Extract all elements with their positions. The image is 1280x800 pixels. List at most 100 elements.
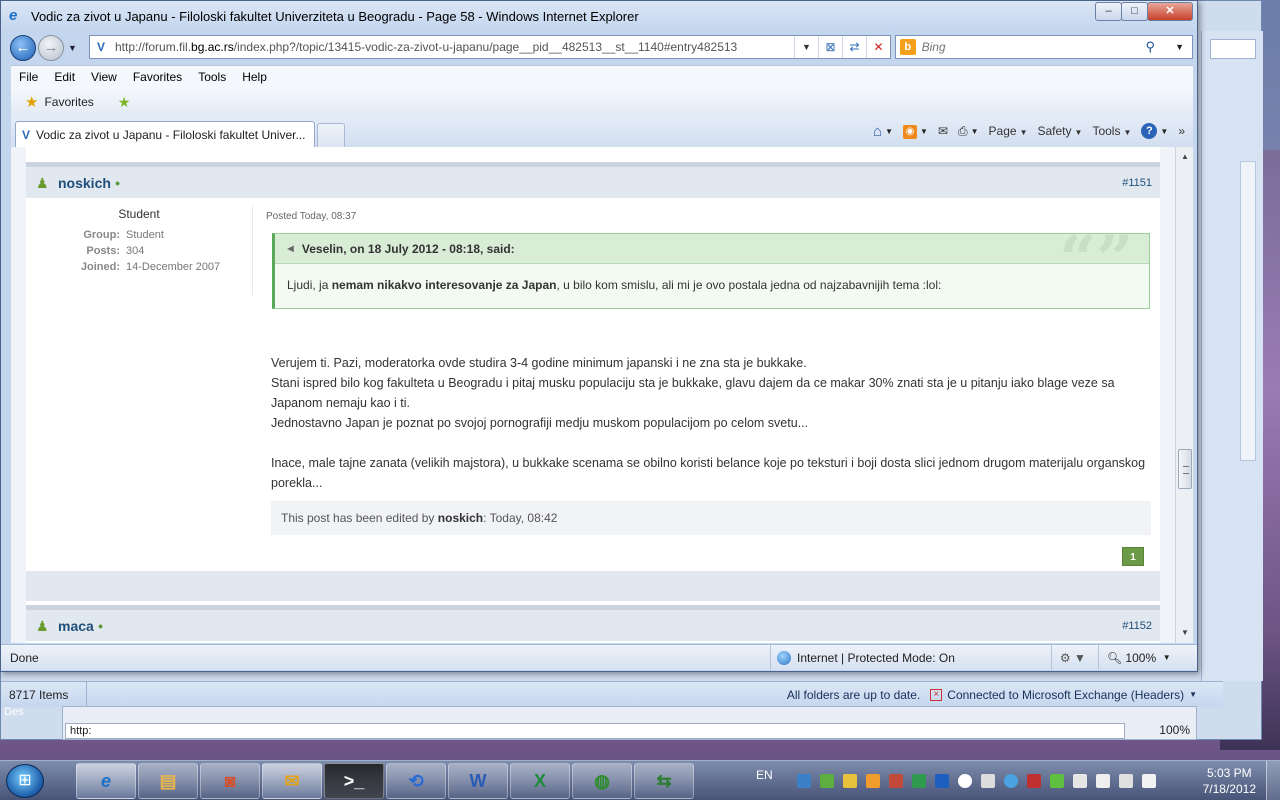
scroll-thumb[interactable] [1178, 449, 1192, 489]
tray-globe-icon[interactable] [1003, 774, 1018, 788]
forward-button[interactable]: → [38, 35, 64, 61]
back-button[interactable]: ← [10, 35, 36, 61]
tray-update-icon[interactable] [911, 774, 926, 788]
taskbar-ie[interactable]: e [76, 763, 136, 799]
tray-check-icon[interactable] [1049, 774, 1064, 788]
tray-alert-icon[interactable] [957, 774, 972, 788]
close-button[interactable]: ✕ [1147, 2, 1193, 21]
refresh-icon[interactable]: ⇄ [842, 36, 866, 58]
start-button[interactable]: ⊞ [6, 764, 44, 798]
recent-pages-dropdown[interactable]: ▼ [68, 43, 77, 53]
protection-settings-icon[interactable]: ⚙ ▼ [1050, 645, 1086, 670]
forum-content: ♟ noskich ● #1151 Student Group: Student … [26, 147, 1160, 643]
title-bar[interactable]: e Vodic za zivot u Japanu - Filoloski fa… [1, 1, 1197, 31]
tray-mail-icon[interactable] [842, 774, 857, 788]
add-to-favorites-icon[interactable]: ★ [118, 94, 131, 111]
search-icon[interactable]: ⚲ [1146, 39, 1156, 55]
tray-monitor-icon[interactable] [1118, 774, 1133, 788]
taskbar-app-sync[interactable]: ⇆ [634, 763, 694, 799]
ie-logo-icon: e [9, 7, 18, 24]
compatibility-view-icon[interactable]: ⊠ [818, 36, 842, 58]
vertical-scrollbar[interactable]: ▲ ▼ [1175, 147, 1193, 643]
safety-menu[interactable]: Safety ▼ [1038, 124, 1083, 138]
taskbar-outlook[interactable]: ✉ [262, 763, 322, 799]
volume-icon[interactable] [1141, 774, 1156, 788]
taskbar-app-globe[interactable]: ◍ [572, 763, 632, 799]
taskbar-app-blue[interactable]: ⟲ [386, 763, 446, 799]
page-viewport: ♟ noskich ● #1151 Student Group: Student … [11, 147, 1175, 643]
outlook-scrollbar[interactable] [1240, 161, 1256, 461]
outlook-connection-status[interactable]: × Connected to Microsoft Exchange (Heade… [930, 688, 1223, 702]
tray-a-icon[interactable] [934, 774, 949, 788]
tray-app-icon[interactable] [796, 774, 811, 788]
zoom-control[interactable]: 🔍︎ 100% ▼ [1097, 645, 1171, 670]
taskbar-cmd[interactable]: >_ [324, 763, 384, 799]
menu-help[interactable]: Help [234, 70, 275, 84]
feeds-dropdown-icon[interactable]: ▼ [920, 127, 928, 136]
menu-view[interactable]: View [83, 70, 125, 84]
address-bar[interactable]: V http://forum.fil.bg.ac.rs/index.php?/t… [89, 35, 891, 59]
taskbar-excel[interactable]: X [510, 763, 570, 799]
tray-flag-icon[interactable] [1072, 774, 1087, 788]
address-url[interactable]: http://forum.fil.bg.ac.rs/index.php?/top… [115, 40, 794, 54]
zone-label: Internet | Protected Mode: On [797, 650, 955, 665]
search-box[interactable]: b ⚲ ▼ [895, 35, 1193, 59]
tray-security-icon[interactable] [888, 774, 903, 788]
taskbar-word[interactable]: W [448, 763, 508, 799]
post-number-link[interactable]: #1151 [1122, 177, 1152, 189]
minimize-button[interactable]: – [1095, 2, 1122, 21]
tab-label: Vodic za zivot u Japanu - Filoloski faku… [36, 127, 306, 142]
background-ie-address[interactable]: http: [65, 723, 1125, 739]
tray-device-icon[interactable] [1095, 774, 1110, 788]
scroll-up-icon[interactable]: ▲ [1176, 149, 1194, 165]
new-tab-button[interactable] [317, 123, 345, 147]
tray-sync-icon[interactable] [819, 774, 834, 788]
feeds-icon[interactable]: ◉ [903, 125, 918, 139]
help-dropdown-icon[interactable]: ▼ [1160, 127, 1168, 136]
taskbar-explorer[interactable]: ▤ [138, 763, 198, 799]
search-input[interactable] [921, 40, 1146, 54]
menu-edit[interactable]: Edit [46, 70, 83, 84]
scroll-down-icon[interactable]: ▼ [1176, 625, 1194, 641]
favorites-button[interactable]: Favorites [44, 95, 93, 109]
home-icon[interactable]: ⌂ [873, 123, 882, 140]
print-icon[interactable]: ⎙ [958, 124, 968, 139]
search-options-icon[interactable]: ▼ [1175, 42, 1184, 52]
maximize-button[interactable]: □ [1121, 2, 1148, 21]
mail-icon[interactable]: ✉ [938, 124, 948, 138]
more-commands-icon[interactable]: » [1178, 124, 1185, 138]
next-post-number-link[interactable]: #1152 [1122, 620, 1152, 632]
tray-network-icon[interactable] [980, 774, 995, 788]
tab-current[interactable]: V Vodic za zivot u Japanu - Filoloski fa… [15, 121, 315, 147]
security-zone[interactable]: Internet | Protected Mode: On [770, 645, 955, 670]
stop-icon[interactable]: ✕ [866, 36, 890, 58]
reputation-badge[interactable]: 1 [1122, 547, 1144, 566]
show-desktop-button[interactable] [1266, 761, 1280, 800]
next-post-author[interactable]: maca [58, 618, 94, 634]
home-dropdown-icon[interactable]: ▼ [885, 127, 893, 136]
post-body: Verujem ti. Pazi, moderatorka ovde studi… [271, 353, 1151, 513]
menu-favorites[interactable]: Favorites [125, 70, 190, 84]
favorites-bar: ★ Favorites ★ [11, 87, 1193, 117]
user-icon: ♟ [36, 174, 49, 191]
print-dropdown-icon[interactable]: ▼ [971, 127, 979, 136]
menu-tools[interactable]: Tools [190, 70, 234, 84]
background-ie-zoom[interactable]: 100% [1159, 723, 1190, 737]
tray-outlook-icon[interactable] [865, 774, 880, 788]
help-icon[interactable]: ? [1141, 123, 1158, 139]
menu-file[interactable]: File [11, 70, 46, 84]
outlook-search-box[interactable] [1210, 39, 1256, 59]
tray-shield-icon[interactable] [1026, 774, 1041, 788]
language-indicator[interactable]: EN [756, 768, 773, 782]
status-text: Done [10, 650, 39, 665]
post-author[interactable]: noskich [58, 175, 111, 191]
quote-text: Ljudi, ja nemam nikakvo interesovanje za… [287, 278, 942, 292]
post-line-3: Jednostavno Japan je poznat po svojoj po… [271, 416, 809, 430]
quote-arrow-icon[interactable]: ◄ [285, 243, 296, 255]
user-info: Student Group: Student Posts: 304 Joined: 1… [26, 207, 252, 275]
tools-menu[interactable]: Tools ▼ [1092, 124, 1131, 138]
clock[interactable]: 5:03 PM 7/18/2012 [1203, 765, 1256, 797]
taskbar-app-red[interactable]: ◙ [200, 763, 260, 799]
page-menu[interactable]: Page ▼ [989, 124, 1028, 138]
address-dropdown-icon[interactable]: ▼ [794, 36, 818, 58]
